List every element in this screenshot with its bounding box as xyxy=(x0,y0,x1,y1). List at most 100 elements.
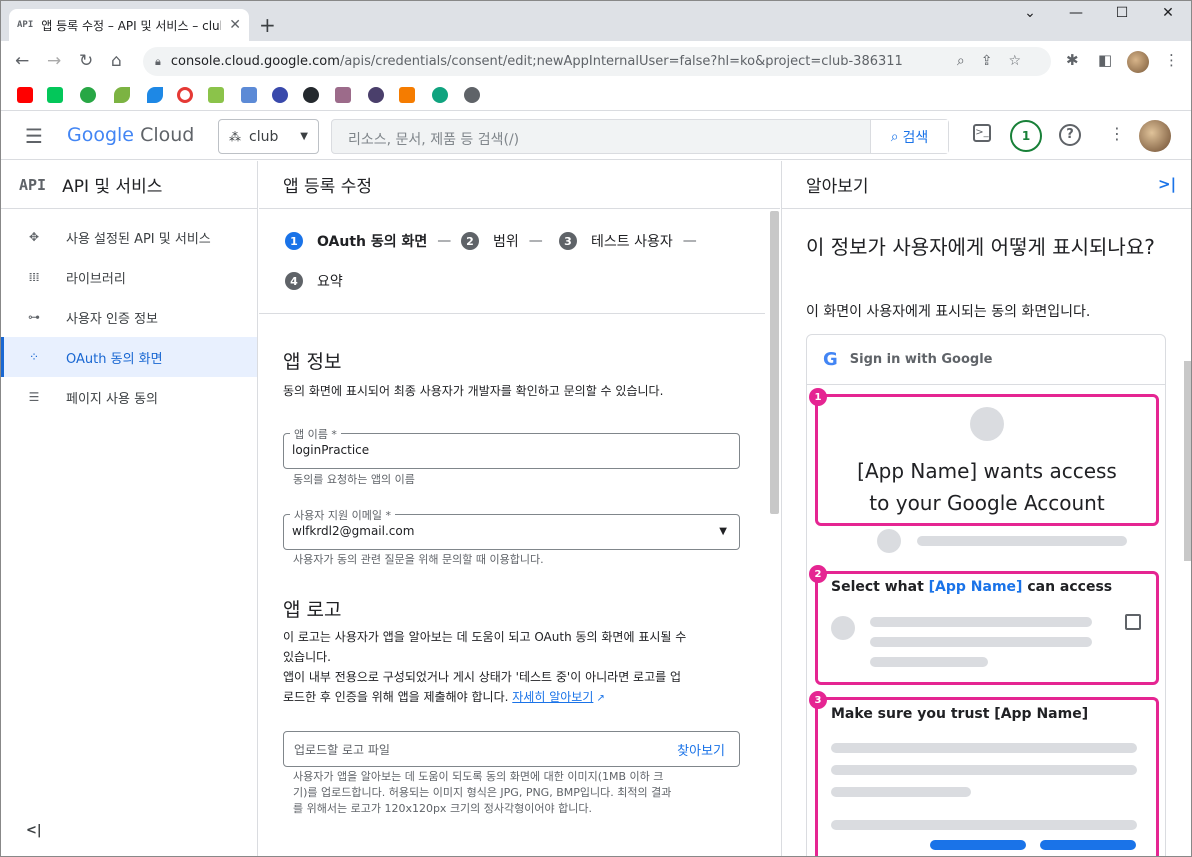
bookmark-icon[interactable] xyxy=(208,87,224,103)
bookmark-icon[interactable] xyxy=(241,87,257,103)
preview-badge-2: 2 xyxy=(809,565,827,583)
help-icon[interactable]: ? xyxy=(1059,124,1081,146)
step-separator: — xyxy=(682,233,697,249)
bookmark-icon[interactable] xyxy=(368,87,384,103)
new-tab-icon[interactable]: + xyxy=(259,13,276,37)
sidebar-title: API 및 서비스 xyxy=(62,177,163,197)
naver-bookmark-icon[interactable] xyxy=(47,87,63,103)
hamburger-menu-icon[interactable]: ☰ xyxy=(25,124,43,148)
side-panel-icon[interactable]: ◧ xyxy=(1098,51,1112,69)
notifications-badge[interactable]: 1 xyxy=(1010,120,1042,152)
sidebar-item-label: 페이지 사용 동의 xyxy=(66,391,158,407)
step-1[interactable]: 1 OAuth 동의 화면 — xyxy=(285,231,451,251)
sidebar-item-page-usage[interactable]: ☰ 페이지 사용 동의 xyxy=(1,377,257,417)
back-icon[interactable]: ← xyxy=(15,51,29,71)
key-icon: ⊶ xyxy=(28,310,40,324)
preview-signin-bar: G Sign in with Google xyxy=(807,335,1165,385)
zoom-icon[interactable]: ⌕ xyxy=(957,53,981,69)
logo-upload-placeholder: 업로드할 로고 파일 xyxy=(294,743,390,757)
preview-box-3: 3 Make sure you trust [App Name] xyxy=(809,691,1159,856)
project-icon: ⁂ xyxy=(229,129,241,144)
minimize-icon[interactable]: — xyxy=(1053,5,1099,21)
step-2[interactable]: 2 범위 — xyxy=(461,231,543,251)
search-button[interactable]: ⌕ 검색 xyxy=(870,120,948,153)
preview-scope-accent: [App Name] xyxy=(928,579,1023,595)
step-label: 요약 xyxy=(317,274,343,290)
sidebar-item-label: 사용자 인증 정보 xyxy=(66,311,158,327)
bookmark-icon[interactable] xyxy=(399,87,415,103)
address-bar[interactable]: 🔒︎ console.cloud.google.com/apis/credent… xyxy=(143,47,1051,76)
step-4[interactable]: 4 요약 xyxy=(285,271,343,291)
google-cloud-logo[interactable]: Google Cloud xyxy=(67,124,194,146)
url-host: console.cloud.google.com xyxy=(170,54,340,69)
close-tab-icon[interactable]: ✕ xyxy=(229,17,241,33)
account-avatar[interactable] xyxy=(1139,120,1171,152)
support-email-value: wlfkrdl2@gmail.com xyxy=(292,524,415,538)
cloud-shell-icon[interactable]: >_ xyxy=(973,124,991,142)
browse-button[interactable]: 찾아보기 xyxy=(677,740,725,759)
bookmarks-bar xyxy=(1,81,1191,111)
main-content: 앱 등록 수정 1 OAuth 동의 화면 — 2 범위 — 3 테스트 사용자… xyxy=(259,161,780,856)
sidebar-item-oauth-consent[interactable]: ⁘ OAuth 동의 화면 xyxy=(1,337,257,377)
learn-more-link[interactable]: 자세히 알아보기 xyxy=(512,690,593,704)
close-panel-icon[interactable]: >| xyxy=(1158,175,1176,193)
share-icon[interactable]: ⇪ xyxy=(981,53,1009,69)
search-input[interactable]: 리소스, 문서, 제품 등 검색(/) xyxy=(348,129,519,149)
trust-bar xyxy=(831,820,1137,830)
learn-more-panel: 알아보기 >| 이 정보가 사용자에게 어떻게 표시되나요? 이 화면이 사용자… xyxy=(781,161,1191,856)
logo-upload-field[interactable]: 업로드할 로고 파일 찾아보기 xyxy=(283,731,740,767)
youtube-bookmark-icon[interactable] xyxy=(17,87,33,103)
step-number: 3 xyxy=(559,232,577,250)
step-3[interactable]: 3 테스트 사용자 — xyxy=(559,231,697,251)
maximize-icon[interactable]: ☐ xyxy=(1099,5,1145,21)
app-name-field[interactable]: 앱 이름 * loginPractice xyxy=(283,426,740,469)
app-name-label: 앱 이름 * xyxy=(290,426,341,442)
chevron-down-icon: ▼ xyxy=(300,131,308,142)
preview-signin-text: Sign in with Google xyxy=(849,352,993,367)
sidebar-item-library[interactable]: 𝍖 라이브러리 xyxy=(1,257,257,297)
search-bar[interactable]: 리소스, 문서, 제품 등 검색(/) ⌕ 검색 xyxy=(331,119,949,154)
support-email-select[interactable]: 사용자 지원 이메일 * wlfkrdl2@gmail.com ▼ xyxy=(283,507,740,550)
chatgpt-bookmark-icon[interactable] xyxy=(432,87,448,103)
bookmark-icon[interactable] xyxy=(147,87,163,103)
bookmark-icon[interactable] xyxy=(80,87,96,103)
project-selector[interactable]: ⁂ club ▼ xyxy=(218,119,319,154)
logo-hint-1: 사용자가 앱을 알아보는 데 도움이 되도록 동의 화면에 대한 이미지(1MB… xyxy=(293,770,664,783)
forward-icon[interactable]: → xyxy=(47,51,61,71)
scope-bar xyxy=(870,637,1092,647)
star-icon[interactable]: ☆ xyxy=(1008,53,1037,69)
close-window-icon[interactable]: ✕ xyxy=(1145,5,1191,21)
extensions-icon[interactable]: ✱ xyxy=(1066,51,1079,69)
menu-kebab-icon[interactable]: ⋮ xyxy=(1164,51,1179,69)
bookmark-icon[interactable] xyxy=(177,87,193,103)
bookmark-icon[interactable] xyxy=(335,87,351,103)
step-number: 2 xyxy=(461,232,479,250)
sidebar-item-credentials[interactable]: ⊶ 사용자 인증 정보 xyxy=(1,297,257,337)
support-email-hint: 사용자가 동의 관련 질문을 위해 문의할 때 이용합니다. xyxy=(293,553,544,566)
panel-scrollbar[interactable] xyxy=(1184,361,1191,561)
panel-desc: 이 화면이 사용자에게 표시되는 동의 화면입니다. xyxy=(806,304,1091,320)
main-scrollbar[interactable] xyxy=(770,211,779,514)
bookmark-icon[interactable] xyxy=(272,87,288,103)
step-number: 4 xyxy=(285,272,303,290)
app-logo-desc-4-row: 로드한 후 인증을 위해 앱을 제출해야 합니다. 자세히 알아보기 ↗ xyxy=(283,687,605,709)
leaf-bookmark-icon[interactable] xyxy=(114,87,130,103)
more-vert-icon[interactable]: ⋮ xyxy=(1109,124,1125,143)
home-icon[interactable]: ⌂ xyxy=(111,51,122,71)
lock-icon: 🔒︎ xyxy=(155,54,161,68)
collapse-sidebar-icon[interactable]: <| xyxy=(26,823,42,838)
step-label: 테스트 사용자 xyxy=(591,234,673,250)
app-name-input[interactable]: loginPractice xyxy=(292,443,369,457)
search-button-label: 검색 xyxy=(902,129,929,146)
support-email-label: 사용자 지원 이메일 * xyxy=(290,507,395,523)
preview-cancel-bar xyxy=(930,840,1026,850)
profile-avatar[interactable] xyxy=(1127,51,1149,73)
reload-icon[interactable]: ↻ xyxy=(79,51,93,71)
browser-tab[interactable]: API 앱 등록 수정 – API 및 서비스 – club ✕ xyxy=(9,9,249,41)
preview-scope-pre: Select what xyxy=(831,579,929,595)
chevron-down-icon[interactable]: ⌄ xyxy=(1007,5,1053,21)
globe-bookmark-icon[interactable] xyxy=(464,87,480,103)
github-bookmark-icon[interactable] xyxy=(303,87,319,103)
preview-scope-post: can access xyxy=(1022,579,1113,595)
sidebar-item-enabled-apis[interactable]: ✥ 사용 설정된 API 및 서비스 xyxy=(1,217,257,257)
